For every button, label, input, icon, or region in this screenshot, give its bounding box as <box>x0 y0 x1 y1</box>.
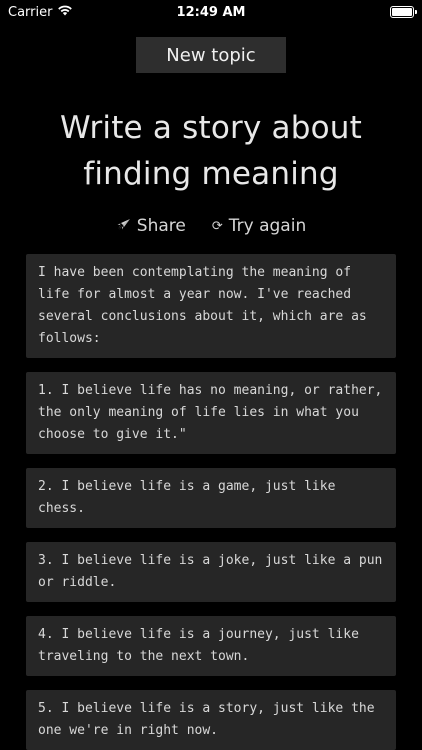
story-card-1: 1. I believe life has no meaning, or rat… <box>26 372 396 454</box>
story-card-5: 5. I believe life is a story, just like … <box>26 690 396 750</box>
try-again-label: Try again <box>228 216 307 236</box>
status-left: Carrier <box>8 4 73 20</box>
page-title-line-1: Write a story about <box>59 110 362 146</box>
story-card-intro: I have been contemplating the meaning of… <box>26 254 396 358</box>
share-button[interactable]: Share <box>116 216 186 236</box>
new-topic-button[interactable]: New topic <box>136 37 286 73</box>
story-cards: I have been contemplating the meaning of… <box>26 254 396 750</box>
page-title-line-2: finding meaning <box>83 156 339 192</box>
carrier-label: Carrier <box>8 4 53 20</box>
battery-fill <box>392 8 412 16</box>
rocket-icon <box>116 218 131 235</box>
page-title: Write a story about finding meaning <box>20 105 402 197</box>
share-label: Share <box>136 216 186 236</box>
story-card-3: 3. I believe life is a joke, just like a… <box>26 542 396 602</box>
story-card-4: 4. I believe life is a journey, just lik… <box>26 616 396 676</box>
refresh-icon: ⟳ <box>211 218 223 234</box>
status-bar: Carrier 12:49 AM <box>0 0 422 24</box>
action-bar: Share ⟳ Try again <box>0 216 422 236</box>
battery-icon <box>390 6 417 18</box>
try-again-button[interactable]: ⟳ Try again <box>212 216 306 236</box>
wifi-icon <box>57 4 73 20</box>
story-card-2: 2. I believe life is a game, just like c… <box>26 468 396 528</box>
